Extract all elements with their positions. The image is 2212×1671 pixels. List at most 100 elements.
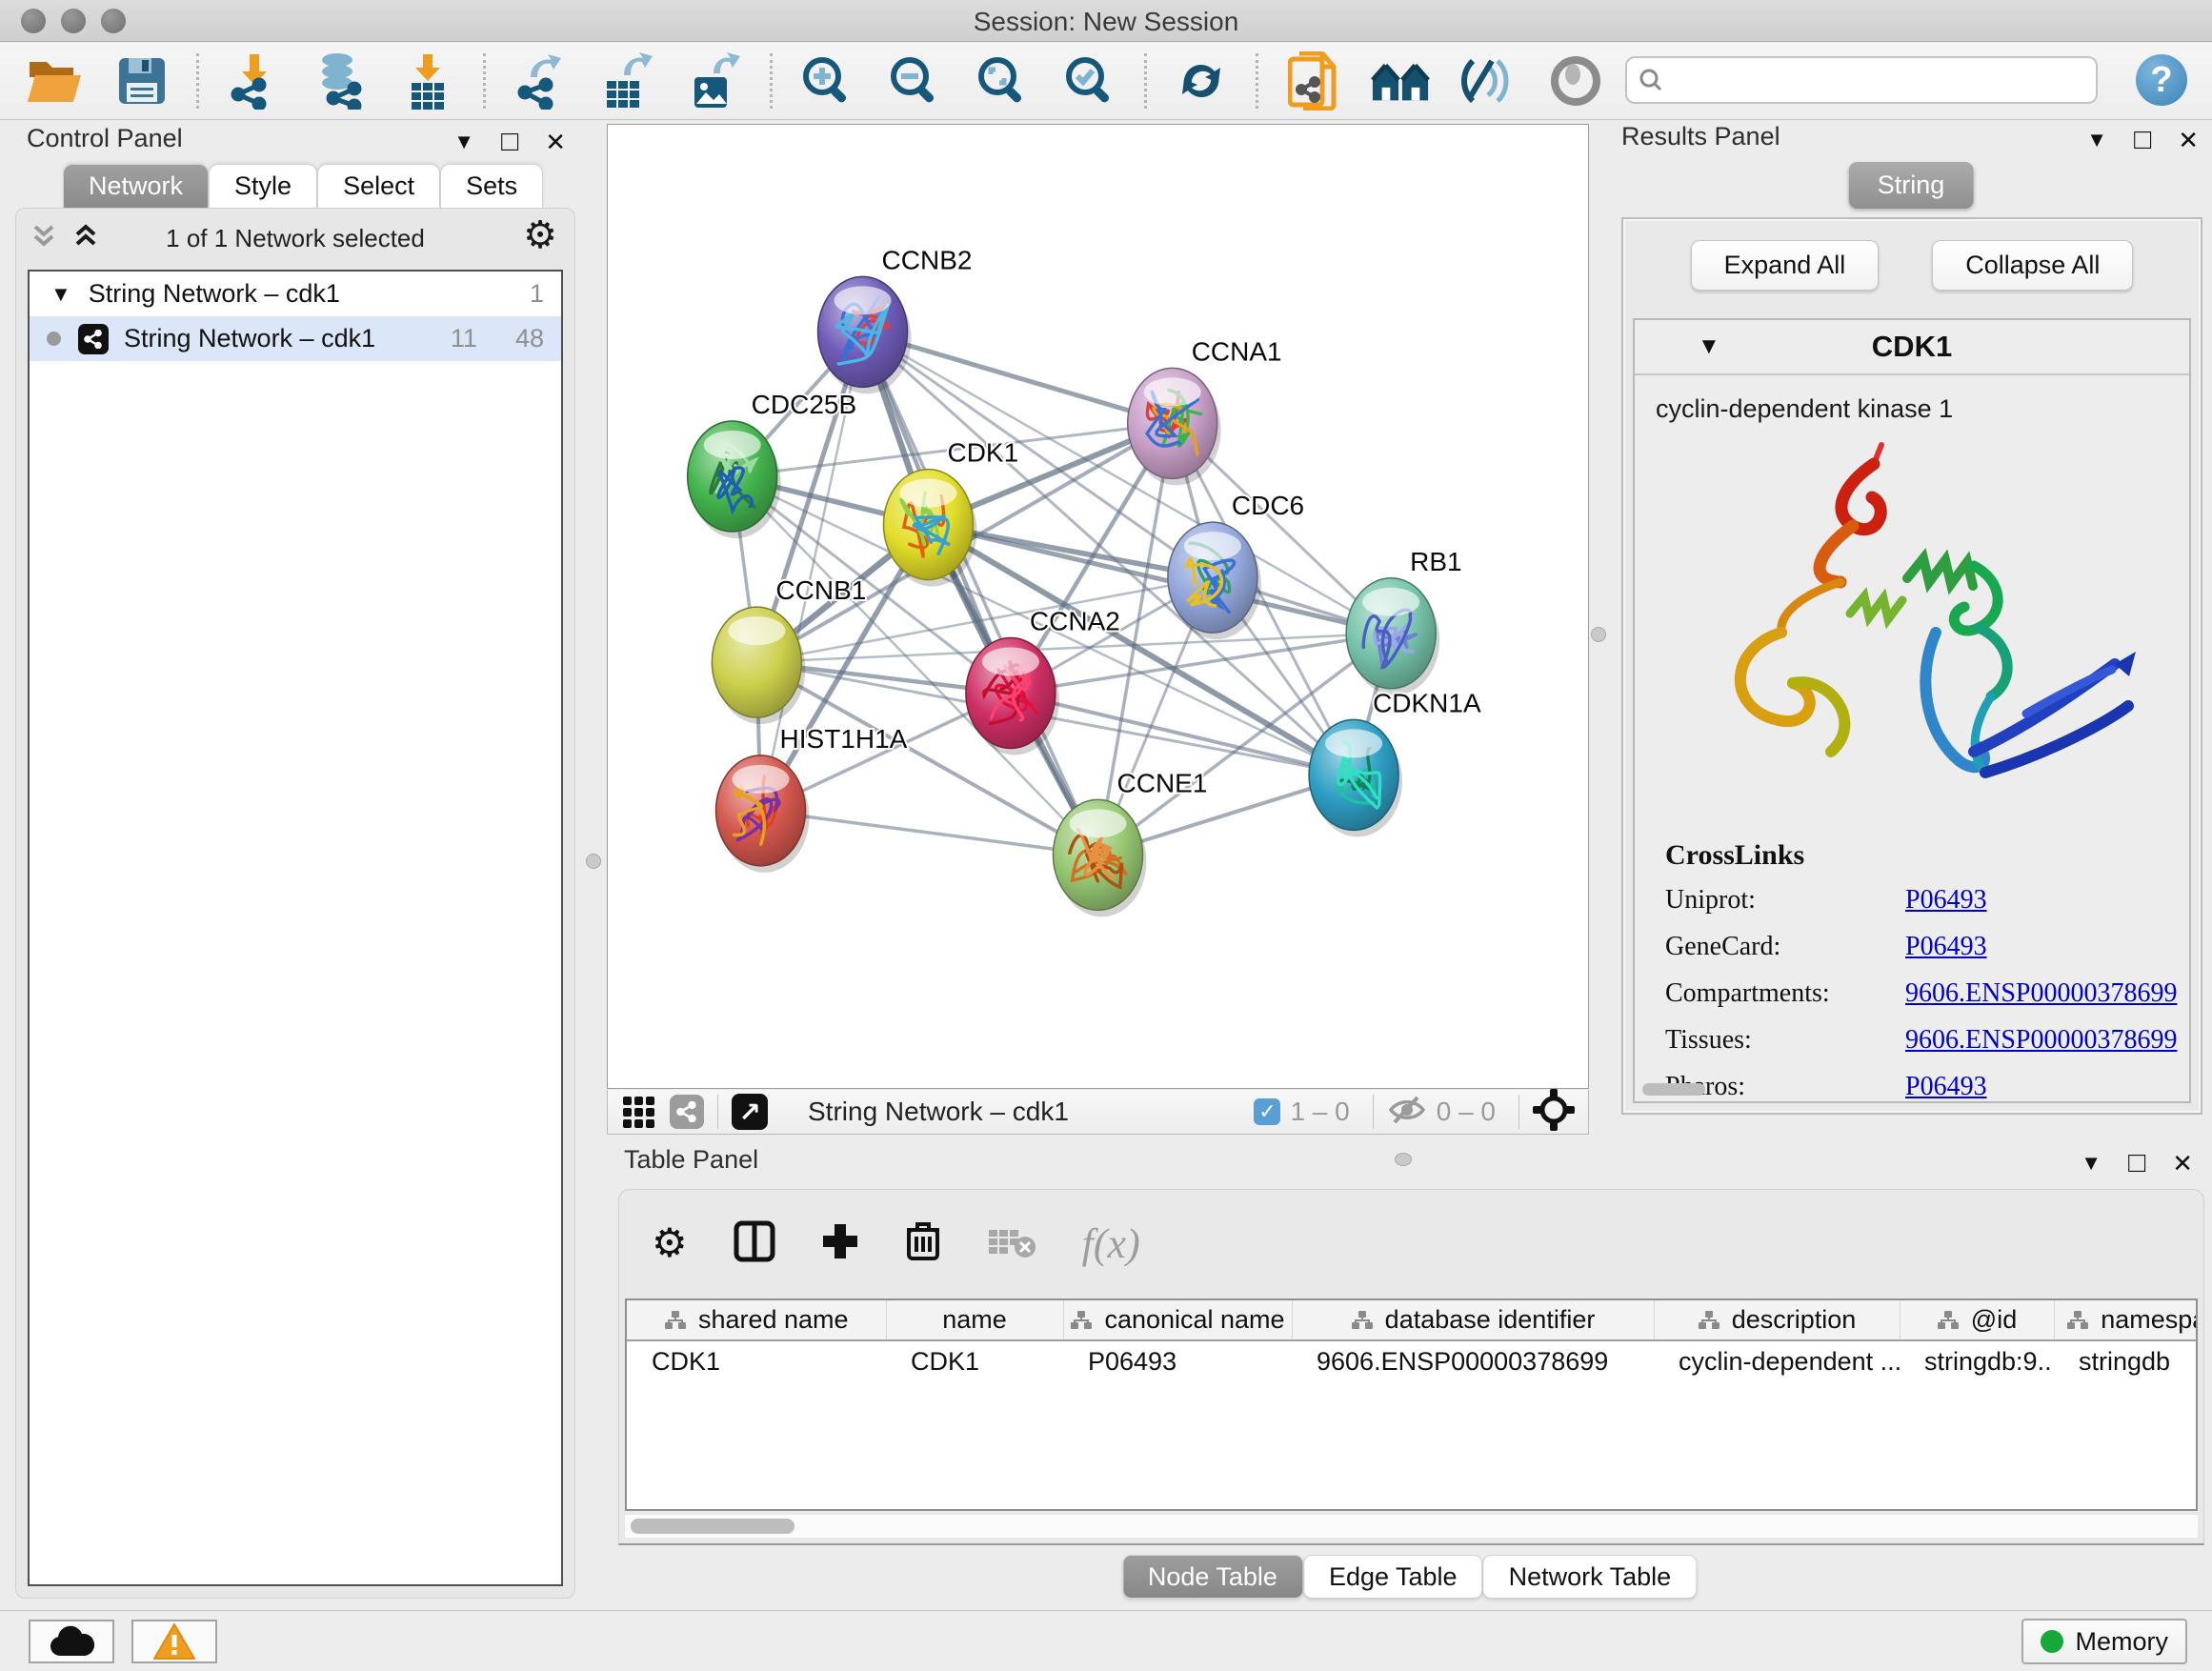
network-options-gear-icon[interactable]: ⚙ [523, 216, 557, 254]
crosslink-tissues-link[interactable]: 9606.ENSP00000378699 [1905, 1025, 2177, 1056]
column-header[interactable]: shared name [627, 1300, 886, 1340]
network-node-hist1h1a[interactable]: HIST1H1A [716, 724, 908, 873]
save-session-icon[interactable] [112, 51, 171, 111]
open-in-string-icon[interactable]: ↗ [732, 1094, 768, 1130]
export-table-icon[interactable] [598, 51, 657, 111]
warnings-button[interactable] [131, 1620, 217, 1663]
table-row[interactable]: CDK1CDK1P064939606.ENSP00000378699cyclin… [627, 1340, 2198, 1382]
column-header[interactable]: description [1654, 1300, 1900, 1340]
network-node-ccnb1[interactable]: CCNB1 [712, 575, 866, 724]
crosslink-pharos-link[interactable]: P06493 [1905, 1072, 1987, 1102]
results-panel-title: Results Panel [1621, 122, 1780, 151]
gray-orb-icon[interactable] [1546, 51, 1605, 111]
panel-menu-icon[interactable]: ▼ [2081, 1153, 2101, 1174]
crosslink-compartments-link[interactable]: 9606.ENSP00000378699 [1905, 978, 2177, 1009]
tab-select[interactable]: Select [317, 164, 440, 208]
hidden-elements-icon[interactable] [1387, 1094, 1427, 1131]
tab-node-table[interactable]: Node Table [1122, 1555, 1303, 1599]
node-label: HIST1H1A [780, 724, 908, 754]
import-table-icon[interactable] [399, 51, 458, 111]
memory-button[interactable]: Memory [2021, 1619, 2187, 1664]
collection-count: 1 [530, 279, 544, 309]
column-header[interactable]: namespace [2054, 1300, 2198, 1340]
expand-all-button[interactable]: Expand All [1691, 240, 1880, 291]
add-column-icon[interactable] [821, 1222, 859, 1265]
string-network-graph[interactable]: CCNB2CCNA1CDC25BCDK1CDC6RB1CCNB1CCNA2HIS… [608, 125, 1588, 1088]
import-network-file-icon[interactable] [224, 51, 283, 111]
network-node-ccnb2[interactable]: CCNB2 [818, 245, 973, 393]
search-input[interactable] [1663, 61, 2096, 99]
import-network-database-icon[interactable] [312, 51, 371, 111]
float-panel-icon[interactable]: □ [501, 128, 518, 156]
close-panel-icon[interactable]: ✕ [2178, 128, 2199, 152]
delete-column-icon[interactable] [905, 1220, 941, 1267]
tab-network[interactable]: Network [63, 164, 209, 208]
column-header[interactable]: database identifier [1292, 1300, 1654, 1340]
network-canvas[interactable]: CCNB2CCNA1CDC25BCDK1CDC6RB1CCNB1CCNA2HIS… [607, 124, 1589, 1089]
network-row[interactable]: String Network – cdk1 11 48 [30, 316, 561, 361]
table-options-gear-icon[interactable]: ⚙ [652, 1223, 688, 1263]
string-style-icon[interactable] [670, 1095, 704, 1129]
zoom-out-icon[interactable] [885, 51, 944, 111]
gene-card-header[interactable]: ▼ CDK1 [1635, 320, 2189, 375]
zoom-selected-icon[interactable] [1060, 51, 1119, 111]
table-cell[interactable]: 9606.ENSP00000378699 [1292, 1340, 1654, 1382]
crosslink-uniprot-link[interactable]: P06493 [1905, 885, 1987, 916]
crosslink-genecard-link[interactable]: P06493 [1905, 932, 1987, 962]
table-cell[interactable]: stringdb [2054, 1340, 2198, 1382]
network-node-ccne1[interactable]: CCNE1 [1054, 768, 1208, 916]
export-image-icon[interactable] [686, 51, 745, 111]
column-header[interactable]: @id [1900, 1300, 2054, 1340]
export-network-icon[interactable] [511, 51, 570, 111]
refresh-icon[interactable] [1172, 51, 1231, 111]
tab-sets[interactable]: Sets [440, 164, 543, 208]
close-panel-icon[interactable]: ✕ [2172, 1151, 2193, 1176]
network-edge[interactable] [863, 332, 1098, 855]
collection-expand-icon[interactable]: ▼ [50, 282, 71, 307]
help-button[interactable]: ? [2136, 54, 2187, 106]
tab-string-results[interactable]: String [1849, 162, 1974, 209]
table-hscrollbar[interactable] [625, 1515, 2198, 1538]
tab-edge-table[interactable]: Edge Table [1303, 1555, 1483, 1599]
table-cell[interactable]: stringdb:9... [1900, 1340, 2054, 1382]
column-header[interactable]: canonical name [1063, 1300, 1292, 1340]
crosslink-label: Tissues: [1665, 1025, 1905, 1056]
left-splitter-handle[interactable] [586, 854, 601, 869]
tab-style[interactable]: Style [209, 164, 317, 208]
float-panel-icon[interactable]: □ [2134, 126, 2151, 154]
table-cell[interactable]: P06493 [1063, 1340, 1292, 1382]
gene-card-collapse-icon[interactable]: ▼ [1698, 333, 1720, 360]
float-panel-icon[interactable]: □ [2128, 1149, 2145, 1178]
panel-menu-icon[interactable]: ▼ [2086, 130, 2107, 151]
selected-nodes-checkbox[interactable]: ✓ [1254, 1098, 1280, 1125]
cloud-status-button[interactable] [29, 1620, 114, 1663]
zoom-fit-icon[interactable] [973, 51, 1032, 111]
network-node-rb1[interactable]: RB1 [1346, 547, 1461, 695]
pan-crosshair-icon[interactable] [1533, 1089, 1575, 1136]
table-cell[interactable]: cyclin-dependent ... [1654, 1340, 1900, 1382]
tab-network-table[interactable]: Network Table [1483, 1555, 1698, 1599]
network-collection-row[interactable]: ▼ String Network – cdk1 1 [30, 272, 561, 316]
table-hscrollbar-thumb[interactable] [631, 1519, 794, 1534]
network-edge[interactable] [761, 811, 1098, 856]
show-columns-icon[interactable] [734, 1220, 775, 1267]
birdseye-view-icon[interactable] [623, 1097, 654, 1128]
column-header[interactable]: name [886, 1300, 1063, 1340]
network-node-cdkn1a[interactable]: CDKN1A [1309, 688, 1481, 836]
collapse-all-button[interactable]: Collapse All [1932, 240, 2133, 291]
results-scrollbar-thumb[interactable] [1642, 1083, 1705, 1096]
network-node-ccna1[interactable]: CCNA1 [1128, 336, 1282, 485]
home-icon[interactable] [1371, 51, 1430, 111]
string-document-icon[interactable] [1283, 51, 1342, 111]
table-cell[interactable]: CDK1 [627, 1340, 886, 1382]
network-node-cdc6[interactable]: CDC6 [1168, 491, 1304, 639]
right-splitter-handle[interactable] [1591, 627, 1606, 642]
close-panel-icon[interactable]: ✕ [545, 130, 566, 154]
panel-menu-icon[interactable]: ▼ [453, 131, 474, 152]
hide-unhide-icon[interactable] [1458, 51, 1518, 111]
zoom-in-icon[interactable] [797, 51, 856, 111]
protein-structure-image [1688, 437, 2136, 815]
table-cell[interactable]: CDK1 [886, 1340, 1063, 1382]
node-table[interactable]: shared namenamecanonical namedatabase id… [625, 1299, 2198, 1511]
open-session-icon[interactable] [25, 51, 84, 111]
